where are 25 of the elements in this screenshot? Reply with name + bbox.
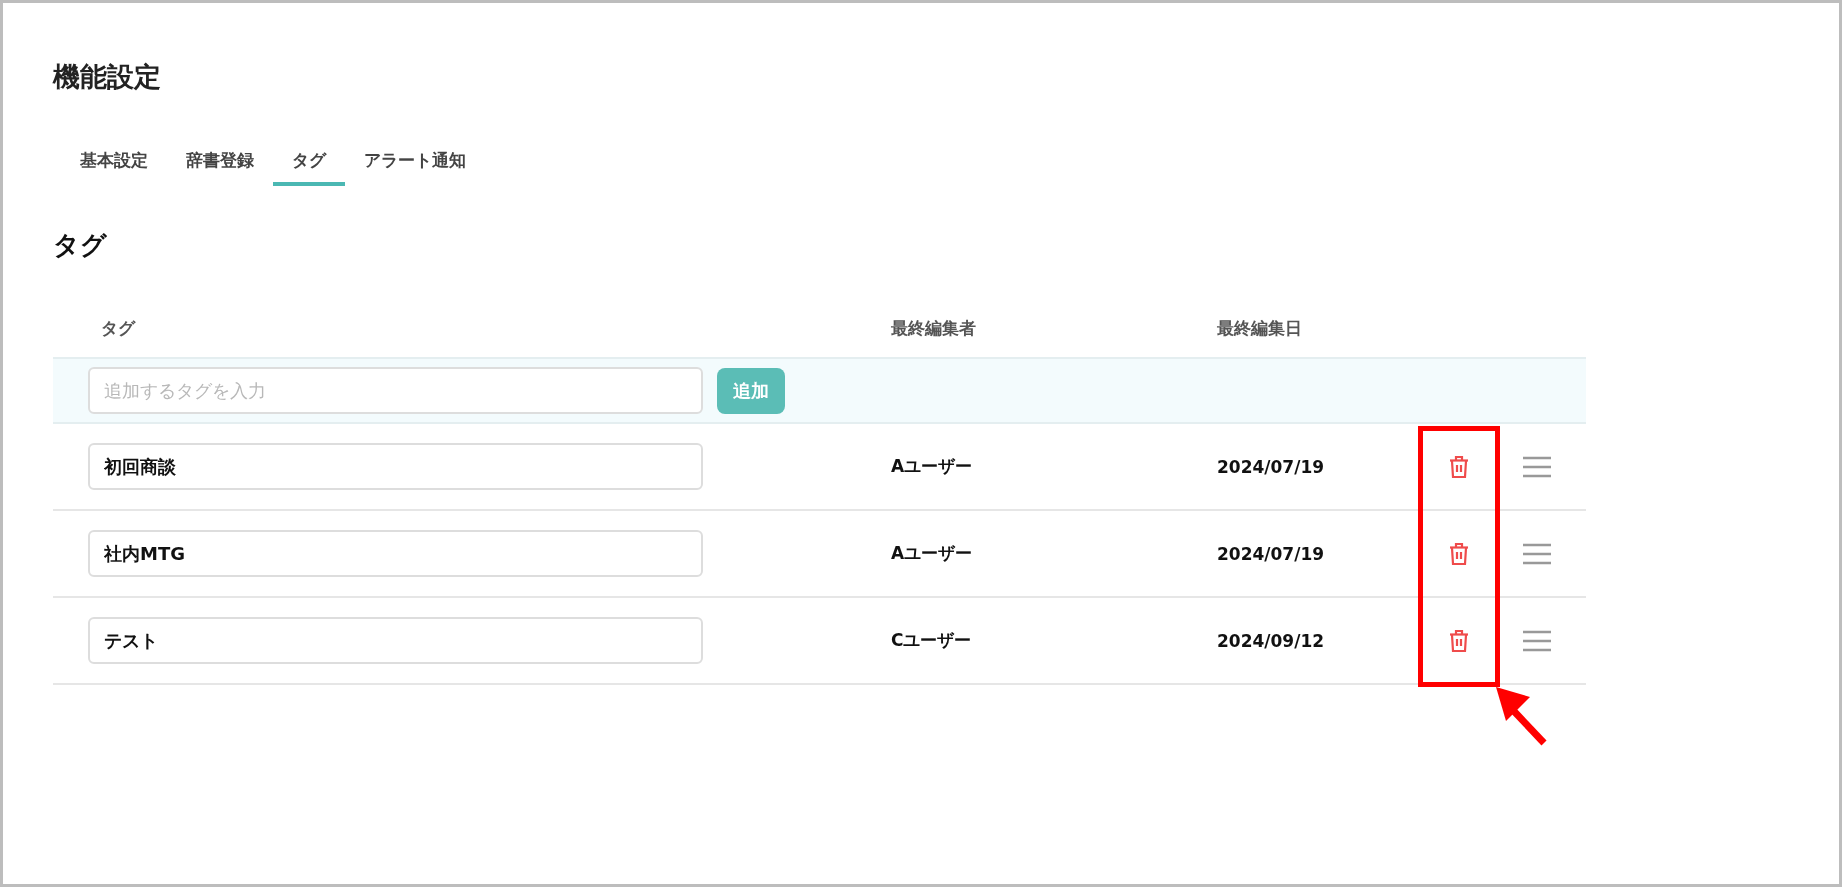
trash-icon[interactable] (1448, 541, 1470, 566)
tag-name-field[interactable]: 初回商談 (88, 443, 703, 490)
tag-name-field[interactable]: テスト (88, 617, 703, 664)
tab[interactable]: アラート通知 (345, 145, 485, 186)
editor-cell-text: Cユーザー (891, 629, 973, 652)
trash-icon[interactable] (1448, 454, 1470, 479)
page-title: 機能設定 (53, 60, 162, 94)
date-cell-text: 2024/09/12 (1217, 630, 1326, 651)
editor-cell-text: Aユーザー (891, 455, 974, 478)
column-header: 最終編集日 (1217, 316, 1303, 340)
drag-handle-icon[interactable] (1523, 455, 1551, 478)
drag-handle-icon[interactable] (1523, 542, 1551, 565)
column-header: 最終編集者 (891, 316, 977, 340)
editor-cell-text: Aユーザー (891, 542, 974, 565)
tab[interactable]: 辞書登録 (167, 145, 273, 186)
section-heading: タグ (53, 229, 108, 262)
tag-name-field[interactable]: 社内MTG (88, 530, 703, 577)
date-cell-text: 2024/07/19 (1217, 543, 1326, 564)
tab[interactable]: 基本設定 (61, 145, 167, 186)
drag-handle-icon[interactable] (1523, 629, 1551, 652)
tab[interactable]: タグ (273, 145, 345, 186)
column-header: タグ (100, 316, 137, 340)
trash-icon[interactable] (1448, 628, 1470, 653)
tag-input-field[interactable]: 追加するタグを入力 (88, 367, 703, 414)
date-cell-text: 2024/07/19 (1217, 456, 1326, 477)
